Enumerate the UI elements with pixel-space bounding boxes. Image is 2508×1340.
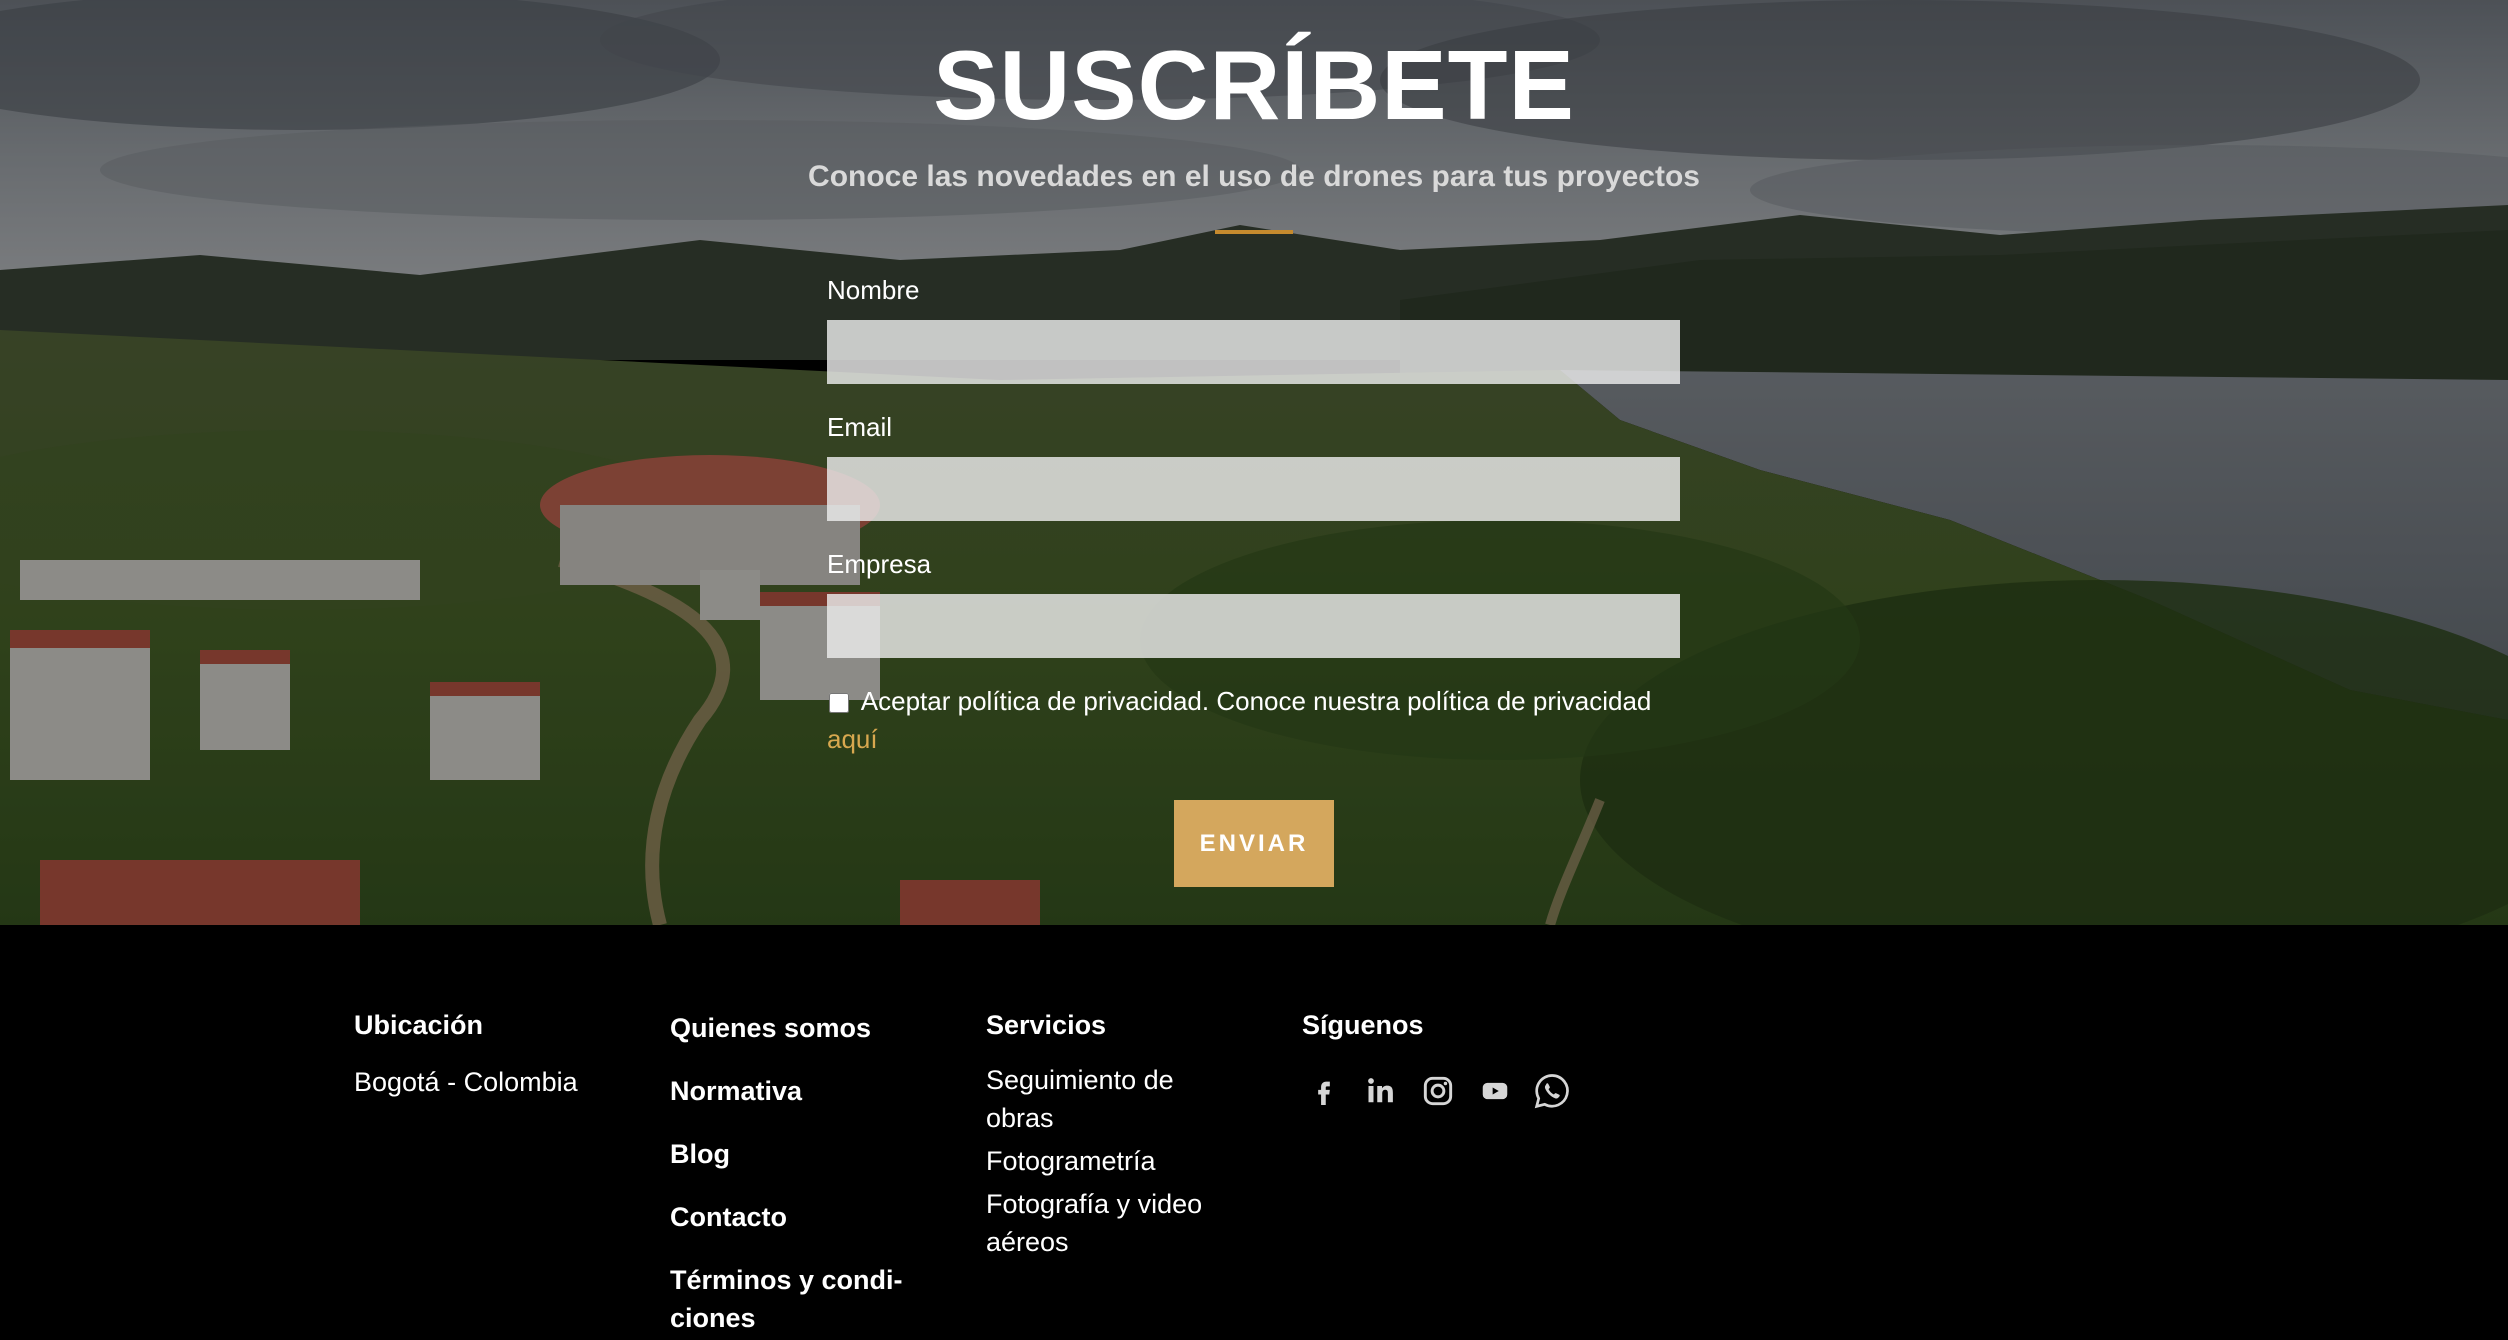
service-item-seguimiento-line2: obras: [986, 1103, 1054, 1133]
service-item-fotogrametria: Fotogrametría: [986, 1146, 1156, 1176]
company-label: Empresa: [827, 549, 932, 579]
footer-link-normativa[interactable]: Normativa: [670, 1072, 930, 1110]
footer-services-column: Servicios Seguimiento de obras Fotogramet…: [986, 1005, 1246, 1261]
name-field-group: Nombre: [827, 270, 1680, 407]
location-heading: Ubicación: [354, 1010, 484, 1040]
email-label: Email: [827, 412, 893, 442]
title-divider: [1215, 230, 1293, 234]
footer-link-blog[interactable]: Blog: [670, 1135, 930, 1173]
service-item-fotografia-line2: aéreos: [986, 1227, 1069, 1257]
footer-link-terminos[interactable]: Términos y condi-ciones: [670, 1261, 930, 1337]
footer-location-column: Ubicación Bogotá - Colombia: [354, 1005, 614, 1101]
linkedin-icon[interactable]: [1359, 1069, 1403, 1113]
footer-link-terminos-line1: Términos y condi-: [670, 1265, 903, 1295]
email-field-group: Email: [827, 407, 1680, 544]
name-label: Nombre: [827, 275, 920, 305]
youtube-icon[interactable]: [1473, 1069, 1517, 1113]
name-input[interactable]: [827, 320, 1680, 384]
instagram-icon[interactable]: [1416, 1069, 1460, 1113]
privacy-consent-text: Aceptar política de privacidad. Conoce n…: [860, 686, 1652, 716]
footer-social-column: Síguenos: [1302, 1005, 1602, 1113]
footer-link-quienes-somos[interactable]: Quienes somos: [670, 1009, 930, 1047]
company-field-group: Empresa: [827, 544, 1680, 681]
submit-button[interactable]: ENVIAR: [1174, 800, 1334, 887]
whatsapp-icon[interactable]: [1530, 1069, 1574, 1113]
social-icons: [1302, 1069, 1602, 1113]
services-heading: Servicios: [986, 1010, 1107, 1040]
site-footer: Ubicación Bogotá - Colombia Quienes somo…: [0, 925, 2508, 1340]
email-input[interactable]: [827, 457, 1680, 521]
subtitle: Conoce las novedades en el uso de drones…: [808, 160, 1700, 193]
services-list: Seguimiento de obras Fotogrametría Fotogr…: [986, 1061, 1246, 1261]
subscribe-form: Nombre Email Empresa: [827, 270, 1680, 681]
service-item-seguimiento-line1: Seguimiento de: [986, 1065, 1174, 1095]
privacy-policy-link[interactable]: aquí: [827, 724, 878, 754]
service-item-seguimiento: Seguimiento de obras: [986, 1061, 1246, 1137]
page-title: SUSCRÍBETE: [933, 30, 1575, 140]
service-item-fotografia-line1: Fotografía y video: [986, 1189, 1203, 1219]
social-heading: Síguenos: [1302, 1010, 1424, 1040]
footer-links-column: Quienes somos Normativa Blog Contacto Té…: [670, 1009, 930, 1337]
privacy-checkbox[interactable]: [829, 693, 849, 713]
company-input[interactable]: [827, 594, 1680, 658]
subscribe-section: SUSCRÍBETE Conoce las novedades en el us…: [0, 0, 2508, 925]
footer-link-terminos-line2: ciones: [670, 1303, 756, 1333]
footer-link-contacto[interactable]: Contacto: [670, 1198, 930, 1236]
service-item-fotografia-video: Fotografía y video aéreos: [986, 1185, 1246, 1261]
facebook-icon[interactable]: [1302, 1069, 1346, 1113]
privacy-consent: Aceptar política de privacidad. Conoce n…: [827, 682, 1680, 758]
location-text: Bogotá - Colombia: [354, 1067, 578, 1097]
